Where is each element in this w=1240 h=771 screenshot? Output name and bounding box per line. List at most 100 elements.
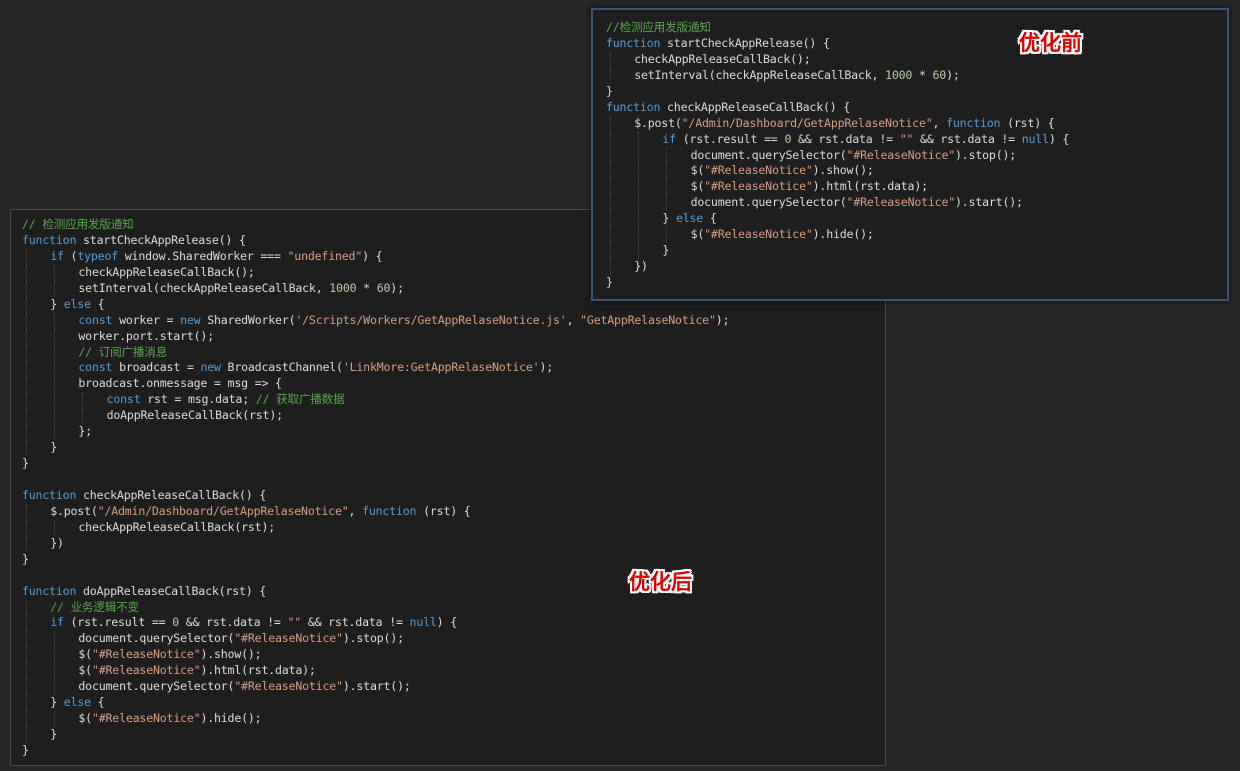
indent-guide — [638, 147, 640, 164]
indent-guide — [54, 328, 56, 345]
code-line: function checkAppReleaseCallBack() { — [606, 100, 1227, 116]
code-token: 'LinkMore:GetAppRelaseNotice' — [342, 360, 540, 375]
code-token: 0 — [172, 615, 180, 630]
code-token: const — [78, 312, 113, 327]
code-line: } else { — [22, 695, 885, 712]
label-after-optimization: 优化后 — [629, 570, 692, 594]
code-token: rst = msg.data; — [140, 392, 256, 407]
code-line: document.querySelector("#ReleaseNotice")… — [22, 679, 885, 696]
code-token: ) { — [436, 615, 458, 630]
indent-guide — [26, 392, 27, 409]
indent-guide — [666, 163, 668, 180]
code-token: // 获取广播数据 — [255, 392, 345, 407]
indent-guide — [26, 408, 27, 425]
code-token: , — [348, 503, 363, 518]
code-line: const worker = new SharedWorker('/Script… — [22, 312, 885, 329]
indent-guide — [26, 264, 27, 281]
code-token: ); — [390, 280, 404, 295]
code-token: $( — [690, 227, 705, 242]
code-token: // 订阅广播消息 — [78, 344, 168, 359]
code-token: checkAppReleaseCallBack() { — [660, 99, 851, 114]
indent-guide — [26, 503, 27, 520]
indent-guide — [54, 711, 56, 727]
indent-guide — [26, 695, 27, 712]
indent-guide — [610, 67, 611, 84]
code-line: doAppReleaseCallBack(rst); — [22, 408, 885, 425]
indent-guide — [26, 424, 27, 441]
code-token: function — [606, 35, 661, 50]
code-line: } else { — [606, 211, 1227, 228]
code-token: new — [200, 360, 221, 375]
code-editor-before: //检测应用发版通知 function startCheckAppRelease(… — [591, 8, 1229, 301]
code-token: document.querySelector( — [78, 679, 235, 694]
indent-guide — [26, 360, 27, 377]
code-token: * — [912, 67, 933, 82]
code-token: new — [180, 312, 201, 327]
code-line: function doAppReleaseCallBack(rst) { — [22, 584, 885, 600]
code-token: * — [356, 280, 377, 295]
indent-guide — [610, 227, 611, 244]
code-token: }) — [634, 259, 648, 274]
code-token: $( — [78, 711, 92, 726]
indent-guide — [54, 424, 56, 441]
code-token: doAppReleaseCallBack(rst); — [106, 408, 283, 423]
indent-guide — [610, 131, 611, 148]
code-token: "GetAppRelaseNotice" — [580, 312, 716, 327]
code-line: $("#ReleaseNotice").show(); — [606, 163, 1227, 180]
code-token: $( — [78, 647, 92, 662]
code-token: "#ReleaseNotice" — [91, 647, 201, 662]
code-line: } — [22, 440, 885, 457]
code-token: "" — [899, 131, 914, 146]
indent-guide — [638, 195, 640, 212]
indent-guide — [54, 647, 56, 664]
code-token: if — [50, 615, 64, 630]
code-token: ).stop(); — [342, 631, 404, 646]
indent-guide — [638, 131, 640, 148]
indent-guide — [638, 163, 640, 180]
indent-guide — [26, 727, 27, 743]
indent-guide — [638, 243, 640, 260]
code-token: function — [22, 232, 77, 247]
code-line: function startCheckAppRelease() { — [606, 36, 1227, 52]
code-token: && rst.data != — [301, 615, 410, 630]
code-token: { — [90, 296, 105, 311]
code-line: const rst = msg.data; // 获取广播数据 — [22, 392, 885, 409]
code-token: , — [932, 115, 947, 130]
indent-guide — [638, 211, 640, 228]
code-line: checkAppReleaseCallBack(); — [606, 51, 1227, 68]
code-token: && rst.data != — [179, 615, 288, 630]
indent-guide — [26, 312, 27, 329]
code-line: } — [22, 552, 885, 568]
code-token: $( — [78, 663, 92, 678]
code-token: // 检测应用发版通知 — [22, 217, 134, 231]
code-token: else — [63, 695, 91, 710]
code-token: "#ReleaseNotice" — [704, 227, 813, 242]
code-line: document.querySelector("#ReleaseNotice")… — [606, 195, 1227, 212]
code-token: "#ReleaseNotice" — [91, 663, 201, 678]
code-token: "" — [287, 615, 302, 630]
code-line: // 订阅广播消息 — [22, 344, 885, 361]
code-token: doAppReleaseCallBack(rst) { — [76, 583, 267, 598]
code-token: checkAppReleaseCallBack(rst); — [78, 519, 276, 534]
code-line: checkAppReleaseCallBack(rst); — [22, 519, 885, 536]
indent-guide — [610, 163, 611, 180]
code-token: ).hide(); — [200, 711, 262, 726]
code-line: worker.port.start(); — [22, 328, 885, 345]
code-token: broadcast = — [112, 360, 201, 375]
indent-guide — [610, 243, 611, 260]
indent-guide — [610, 147, 611, 164]
code-line: $("#ReleaseNotice").hide(); — [22, 711, 885, 727]
indent-guide — [26, 647, 27, 664]
code-token: "#ReleaseNotice" — [846, 147, 956, 162]
indent-guide — [54, 360, 56, 377]
code-token: document.querySelector( — [690, 147, 847, 162]
indent-guide — [610, 195, 611, 212]
code-token: ); — [539, 360, 554, 375]
code-token: } — [50, 296, 64, 311]
code-token: startCheckAppRelease() { — [660, 35, 830, 50]
code-token: ).stop(); — [955, 147, 1017, 162]
code-token: "undefined" — [287, 248, 363, 263]
code-token: "#ReleaseNotice" — [704, 163, 813, 178]
